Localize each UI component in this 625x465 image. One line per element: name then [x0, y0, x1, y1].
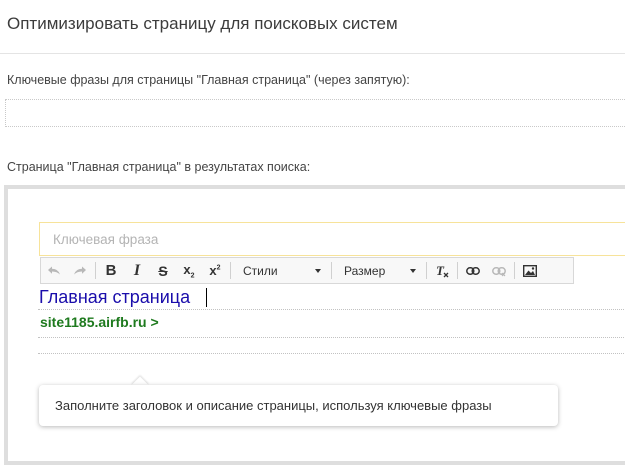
keywords-label: Ключевые фразы для страницы "Главная стр… — [7, 73, 410, 87]
bold-button[interactable]: B — [98, 258, 124, 283]
styles-dropdown-label: Стили — [243, 263, 278, 278]
history-group — [41, 258, 93, 283]
toolbar-separator — [514, 262, 515, 279]
toolbar-separator — [95, 262, 96, 279]
header-divider — [0, 53, 625, 54]
styles-dropdown[interactable]: Стили — [233, 258, 329, 283]
chevron-down-icon — [315, 268, 321, 273]
format-group: B I S x2 x2 — [98, 258, 228, 283]
chevron-down-icon — [410, 268, 416, 273]
size-dropdown-label: Размер — [344, 263, 386, 278]
italic-button[interactable]: I — [124, 258, 150, 283]
italic-icon: I — [133, 261, 141, 279]
subscript-button[interactable]: x2 — [176, 258, 202, 283]
link-icon[interactable] — [460, 258, 486, 283]
keyphrase-input[interactable] — [39, 222, 625, 256]
editor-toolbar: B I S x2 x2 Стили Размер T — [40, 257, 574, 284]
size-dropdown[interactable]: Размер — [334, 258, 424, 283]
hint-tooltip-text: Заполните заголовок и описание страницы,… — [55, 398, 492, 413]
hint-tooltip: Заполните заголовок и описание страницы,… — [39, 385, 558, 426]
strikethrough-button[interactable]: S — [150, 258, 176, 283]
toolbar-separator — [457, 262, 458, 279]
toolbar-separator — [426, 262, 427, 279]
superscript-icon: x2 — [209, 263, 221, 278]
subscript-icon: x2 — [183, 261, 195, 280]
superscript-glyph: x — [209, 263, 217, 278]
preview-description-field[interactable] — [38, 337, 625, 354]
bold-icon: B — [105, 262, 117, 279]
strikethrough-icon: S — [158, 262, 168, 279]
keywords-input[interactable] — [5, 99, 625, 127]
search-preview-label: Страница "Главная страница" в результата… — [7, 160, 311, 174]
text-caret — [206, 288, 207, 307]
unlink-icon[interactable] — [486, 258, 512, 283]
preview-url: site1185.airfb.ru > — [40, 314, 159, 330]
subscript-glyph: x — [183, 261, 191, 277]
redo-icon[interactable] — [67, 258, 93, 283]
undo-icon[interactable] — [41, 258, 67, 283]
preview-title-field[interactable]: Главная страница — [38, 285, 625, 310]
toolbar-separator — [331, 262, 332, 279]
image-icon[interactable] — [517, 258, 543, 283]
superscript-button[interactable]: x2 — [202, 258, 228, 283]
preview-title[interactable]: Главная страница — [39, 287, 190, 308]
svg-text:T: T — [436, 264, 445, 278]
remove-format-icon[interactable]: T — [429, 258, 455, 283]
page-header-title: Оптимизировать страницу для поисковых си… — [7, 14, 398, 33]
toolbar-separator — [230, 262, 231, 279]
